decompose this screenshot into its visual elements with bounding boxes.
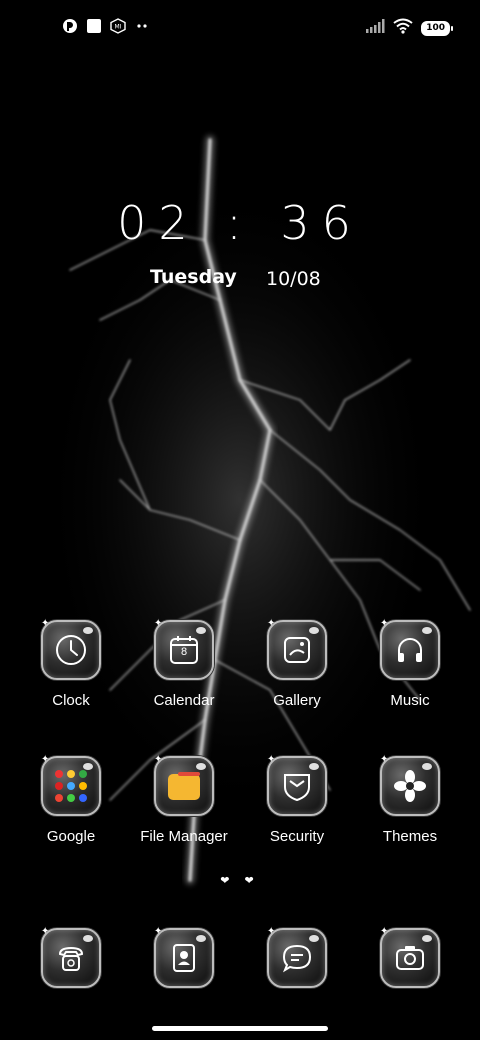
app-themes[interactable]: ✦ Themes xyxy=(350,754,470,845)
weekday-label: Tuesday xyxy=(150,266,237,288)
app-calendar[interactable]: ✦ 8 Calendar xyxy=(124,618,244,709)
messages-icon[interactable]: ✦ xyxy=(267,926,327,988)
clock-time[interactable]: 02 : 36 xyxy=(0,196,480,250)
home-indicator[interactable] xyxy=(152,1026,328,1031)
dock-contacts[interactable]: ✦ xyxy=(124,926,244,988)
flower-icon[interactable]: ✦ xyxy=(380,754,440,816)
clock-icon[interactable]: ✦ xyxy=(41,618,101,680)
headphones-icon[interactable]: ✦ xyxy=(380,618,440,680)
calendar-date-badge: 8 xyxy=(180,646,188,658)
google-folder-icon[interactable]: ✦ xyxy=(41,754,101,816)
svg-text:MI: MI xyxy=(115,24,122,31)
gallery-icon[interactable]: ✦ xyxy=(267,618,327,680)
app-label: Google xyxy=(46,828,96,845)
app-label: Music xyxy=(390,692,430,709)
app-label: File Manager xyxy=(140,828,228,845)
app-file-manager[interactable]: ✦ File Manager xyxy=(124,754,244,845)
wifi-icon xyxy=(393,18,413,39)
notification-app-icon xyxy=(62,18,78,34)
folder-icon[interactable]: ✦ xyxy=(154,754,214,816)
shield-icon[interactable]: ✦ xyxy=(267,754,327,816)
app-label: Security xyxy=(269,828,325,845)
signal-icon xyxy=(365,18,385,39)
app-google-folder[interactable]: ✦ Google xyxy=(11,754,131,845)
status-bar: MI 100 xyxy=(0,14,480,42)
phone-icon[interactable]: ✦ xyxy=(41,926,101,988)
app-label: Gallery xyxy=(273,692,321,709)
mi-icon: MI xyxy=(110,18,126,34)
dock-messages[interactable]: ✦ xyxy=(237,926,357,988)
app-music[interactable]: ✦ Music xyxy=(350,618,470,709)
calendar-icon[interactable]: ✦ 8 xyxy=(154,618,214,680)
dock-camera[interactable]: ✦ xyxy=(350,926,470,988)
dock-phone[interactable]: ✦ xyxy=(11,926,131,988)
page-indicator[interactable]: ❤ ❤ xyxy=(0,874,480,887)
more-dots-icon xyxy=(134,18,150,34)
date-label: 10/08 xyxy=(266,268,321,290)
notification-square-icon xyxy=(86,18,102,34)
app-label: Calendar xyxy=(153,692,215,709)
app-label: Clock xyxy=(52,692,90,709)
contacts-icon[interactable]: ✦ xyxy=(154,926,214,988)
app-gallery[interactable]: ✦ Gallery xyxy=(237,618,357,709)
app-clock[interactable]: ✦ Clock xyxy=(11,618,131,709)
camera-icon[interactable]: ✦ xyxy=(380,926,440,988)
app-security[interactable]: ✦ Security xyxy=(237,754,357,845)
app-label: Themes xyxy=(382,828,438,845)
battery-icon: 100 xyxy=(421,21,453,36)
